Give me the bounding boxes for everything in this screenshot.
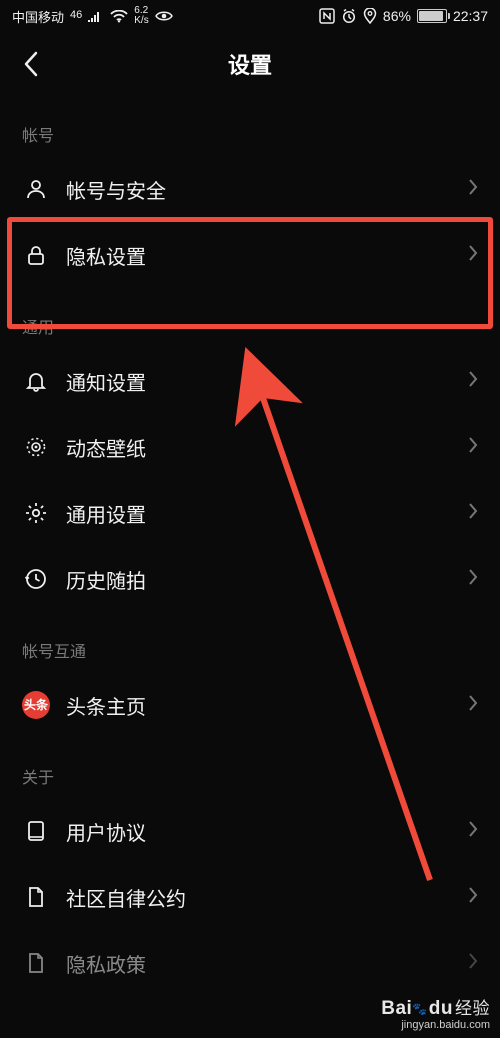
- row-account-security[interactable]: 帐号与安全: [22, 156, 478, 222]
- chevron-right-icon: [468, 694, 478, 717]
- target-icon: [22, 433, 50, 461]
- user-icon: [22, 175, 50, 203]
- eye-icon: [155, 10, 173, 22]
- net-speed-unit: K/s: [134, 16, 148, 26]
- watermark-brand2: du: [429, 998, 453, 1019]
- history-icon: [22, 565, 50, 593]
- clock-time: 22:37: [453, 8, 488, 24]
- bell-icon: [22, 367, 50, 395]
- watermark-brand: Bai: [381, 998, 412, 1019]
- document-icon: [22, 883, 50, 911]
- battery-pct: 86%: [383, 8, 411, 24]
- nfc-icon: [319, 8, 335, 24]
- toutiao-icon: 头条: [22, 691, 50, 719]
- row-label: 头条主页: [66, 691, 452, 720]
- location-icon: [363, 8, 377, 24]
- network-tag: 46: [70, 9, 82, 21]
- chevron-right-icon: [468, 502, 478, 525]
- status-left: 中国移动 46 6.2 K/s: [12, 6, 173, 26]
- watermark-suffix: 经验: [455, 999, 490, 1018]
- chevron-right-icon: [468, 820, 478, 843]
- chevron-right-icon: [468, 244, 478, 267]
- row-label: 帐号与安全: [66, 175, 452, 204]
- chevron-right-icon: [468, 952, 478, 975]
- chevron-right-icon: [468, 370, 478, 393]
- alarm-icon: [341, 8, 357, 24]
- row-general-settings[interactable]: 通用设置: [22, 480, 478, 546]
- status-bar: 中国移动 46 6.2 K/s 86% 22:37: [0, 0, 500, 32]
- row-label: 动态壁纸: [66, 433, 452, 462]
- section-header-account: 帐号: [22, 96, 478, 156]
- section-header-general: 通用: [22, 288, 478, 348]
- page-title: 设置: [228, 48, 272, 80]
- row-label: 历史随拍: [66, 565, 452, 594]
- row-privacy-policy[interactable]: 隐私政策: [22, 930, 478, 996]
- row-label: 通用设置: [66, 499, 452, 528]
- signal-icon: [88, 10, 104, 22]
- row-user-agreement[interactable]: 用户协议: [22, 798, 478, 864]
- document-icon: [22, 949, 50, 977]
- chevron-right-icon: [468, 436, 478, 459]
- status-right: 86% 22:37: [319, 8, 488, 24]
- row-history-shoot[interactable]: 历史随拍: [22, 546, 478, 612]
- back-button[interactable]: [14, 47, 48, 81]
- row-label: 用户协议: [66, 817, 452, 846]
- settings-list: 帐号 帐号与安全 隐私设置 通用 通知设置 动态壁纸: [0, 96, 500, 996]
- watermark: Bai🐾du经验 jingyan.baidu.com: [381, 998, 490, 1032]
- lock-icon: [22, 241, 50, 269]
- row-label: 隐私设置: [66, 241, 452, 270]
- row-live-wallpaper[interactable]: 动态壁纸: [22, 414, 478, 480]
- carrier-label: 中国移动: [12, 7, 64, 26]
- row-notification-settings[interactable]: 通知设置: [22, 348, 478, 414]
- battery-icon: [417, 9, 447, 23]
- book-icon: [22, 817, 50, 845]
- gear-icon: [22, 499, 50, 527]
- row-community-rules[interactable]: 社区自律公约: [22, 864, 478, 930]
- row-toutiao-home[interactable]: 头条 头条主页: [22, 672, 478, 738]
- row-label: 隐私政策: [66, 949, 452, 978]
- row-privacy-settings[interactable]: 隐私设置: [22, 222, 478, 288]
- row-label: 社区自律公约: [66, 883, 452, 912]
- chevron-right-icon: [468, 886, 478, 909]
- section-header-link: 帐号互通: [22, 612, 478, 672]
- page-header: 设置: [0, 32, 500, 96]
- wifi-icon: [110, 10, 128, 23]
- chevron-right-icon: [468, 178, 478, 201]
- row-label: 通知设置: [66, 367, 452, 396]
- chevron-right-icon: [468, 568, 478, 591]
- watermark-url: jingyan.baidu.com: [381, 1019, 490, 1032]
- net-speed: 6.2 K/s: [134, 6, 148, 26]
- chevron-left-icon: [22, 50, 40, 78]
- paw-icon: 🐾: [412, 1003, 427, 1017]
- section-header-about: 关于: [22, 738, 478, 798]
